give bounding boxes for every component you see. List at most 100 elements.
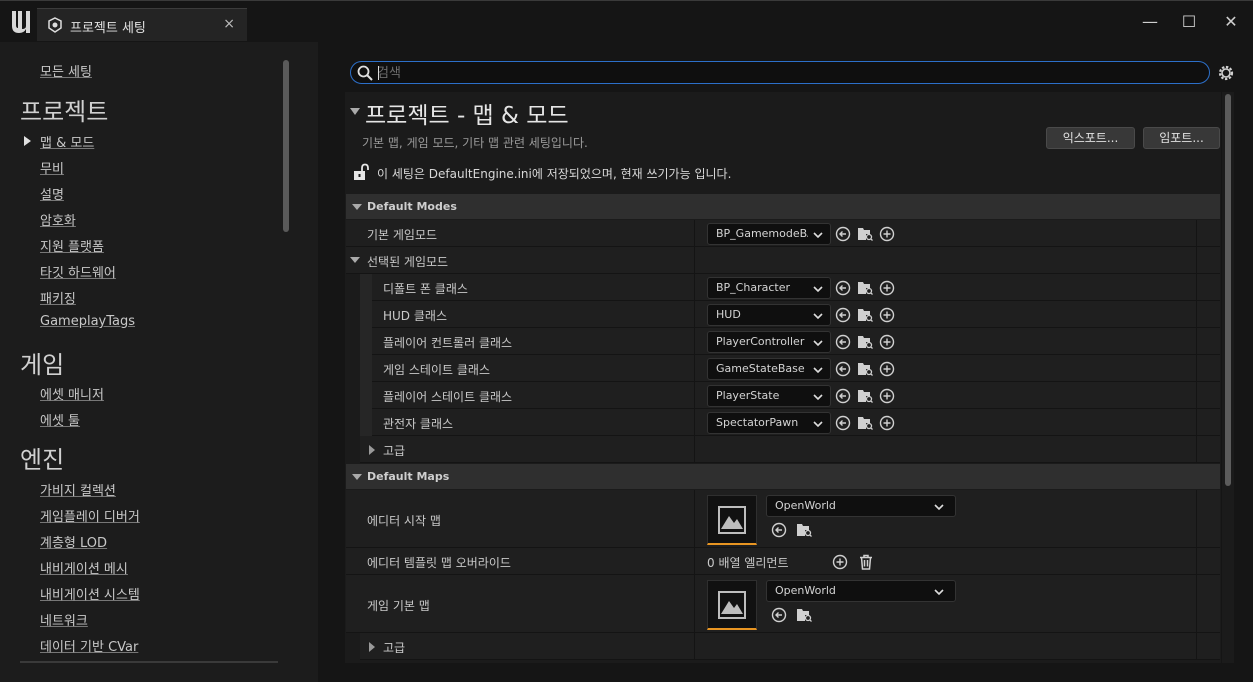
spectator-class-dropdown[interactable]: SpectatorPawn [707,412,831,434]
add-new-icon[interactable] [879,280,895,296]
sidebar-item-gameplay-debugger[interactable]: 게임플레이 디버거 [40,506,140,525]
trash-icon[interactable] [858,554,874,570]
dropdown-value: SpectatorPawn [716,416,799,429]
sidebar-item-encryption[interactable]: 암호화 [40,210,76,229]
use-selected-arrow-icon[interactable] [835,226,851,242]
search-box[interactable] [350,61,1210,84]
browse-folder-icon[interactable] [796,522,812,538]
import-button[interactable]: 임포트... [1143,127,1220,149]
player-controller-dropdown[interactable]: PlayerController [707,331,831,353]
use-selected-arrow-icon[interactable] [771,522,787,538]
chevron-down-icon [813,394,823,401]
sidebar-item-maps-modes[interactable]: 맵 & 모드 [40,132,94,151]
browse-folder-icon[interactable] [857,361,873,377]
text-caret [378,66,379,80]
sidebar-item-supported-platforms[interactable]: 지원 플랫폼 [40,236,104,255]
dropdown-value: OpenWorld [775,499,836,512]
add-element-icon[interactable] [832,554,848,570]
gear-icon[interactable] [1216,63,1236,83]
sidebar-item-hlod[interactable]: 계층형 LOD [40,532,107,551]
landscape-icon [718,506,746,534]
property-label: 게임 스테이트 클래스 [383,363,490,377]
selected-arrow-icon [24,136,31,146]
use-selected-arrow-icon[interactable] [835,334,851,350]
browse-folder-icon[interactable] [857,415,873,431]
game-default-map-dropdown[interactable]: OpenWorld [766,580,956,602]
sidebar-item-packaging[interactable]: 패키징 [40,288,76,307]
add-new-icon[interactable] [879,226,895,242]
row-selected-gamemode[interactable]: 선택된 게임모드 [346,247,1220,274]
sidebar-item-gameplaytags[interactable]: GameplayTags [40,314,135,329]
export-button[interactable]: 익스포트... [1046,127,1135,149]
collapse-arrow-icon[interactable] [350,108,360,115]
hud-class-dropdown[interactable]: HUD [707,304,831,326]
use-selected-arrow-icon[interactable] [835,361,851,377]
tab-project-settings[interactable]: 프로젝트 세팅 × [37,8,247,41]
sidebar-item-movies[interactable]: 무비 [40,158,64,177]
expand-arrow-icon [350,257,360,263]
add-new-icon[interactable] [879,334,895,350]
category-project[interactable]: 프로젝트 [20,92,108,127]
sidebar-item-nav-system[interactable]: 내비게이션 시스템 [40,584,140,603]
use-selected-arrow-icon[interactable] [771,607,787,623]
browse-folder-icon[interactable] [857,280,873,296]
property-label: 선택된 게임모드 [367,255,449,269]
add-new-icon[interactable] [879,415,895,431]
chevron-down-icon [934,589,944,596]
player-state-dropdown[interactable]: PlayerState [707,385,831,407]
maximize-button[interactable]: ☐ [1174,9,1204,35]
category-game[interactable]: 게임 [20,345,64,380]
add-new-icon[interactable] [879,361,895,377]
map-thumbnail[interactable] [707,495,757,545]
property-label: HUD 클래스 [383,309,447,323]
browse-folder-icon[interactable] [857,388,873,404]
game-state-dropdown[interactable]: GameStateBase [707,358,831,380]
gamemode-dropdown[interactable]: BP_GamemodeBA [707,223,831,245]
chevron-down-icon [934,504,944,511]
property-label: 플레이어 스테이트 클래스 [383,390,513,404]
use-selected-arrow-icon[interactable] [835,415,851,431]
use-selected-arrow-icon[interactable] [835,280,851,296]
sidebar-item-data-driven-cvar[interactable]: 데이터 기반 CVar [40,636,138,655]
chevron-down-icon [813,340,823,347]
landscape-icon [718,591,746,619]
row-advanced-modes[interactable]: 고급 [360,436,1220,463]
sidebar-item-target-hardware[interactable]: 타깃 하드웨어 [40,262,116,281]
section-default-modes[interactable]: Default Modes [346,194,1220,219]
sidebar-item-garbage-collection[interactable]: 가비지 컬렉션 [40,480,116,499]
all-settings-link[interactable]: 모든 세팅 [40,61,92,80]
browse-folder-icon[interactable] [857,226,873,242]
row-advanced-maps[interactable]: 고급 [360,633,1220,660]
dropdown-value: OpenWorld [775,584,836,597]
pawn-class-dropdown[interactable]: BP_Character [707,277,831,299]
category-engine[interactable]: 엔진 [20,440,64,475]
expand-arrow-icon [352,204,362,210]
sidebar-scrollbar[interactable] [283,60,289,232]
section-default-maps[interactable]: Default Maps [346,464,1220,489]
browse-folder-icon[interactable] [857,307,873,323]
settings-cube-icon [48,17,62,33]
sidebar-item-description[interactable]: 설명 [40,184,64,203]
sidebar-item-network[interactable]: 네트워크 [40,610,88,629]
sidebar-item-asset-manager[interactable]: 에셋 매니저 [40,384,104,403]
editor-startup-map-dropdown[interactable]: OpenWorld [766,495,956,517]
use-selected-arrow-icon[interactable] [835,388,851,404]
browse-folder-icon[interactable] [857,334,873,350]
tab-title: 프로젝트 세팅 [70,21,146,36]
map-thumbnail[interactable] [707,580,757,630]
property-label: 에디터 템플릿 맵 오버라이드 [367,556,511,570]
use-selected-arrow-icon[interactable] [835,307,851,323]
title-bar: 프로젝트 세팅 × — ☐ ✕ [0,0,1253,42]
search-icon [357,65,373,81]
sidebar-item-navmesh[interactable]: 내비게이션 메시 [40,558,128,577]
search-input[interactable] [377,64,1197,82]
minimize-button[interactable]: — [1135,9,1165,35]
close-window-button[interactable]: ✕ [1216,9,1246,35]
advanced-label: 고급 [383,641,406,655]
add-new-icon[interactable] [879,388,895,404]
browse-folder-icon[interactable] [796,607,812,623]
content-scrollbar[interactable] [1225,94,1231,486]
sidebar-item-asset-tools[interactable]: 에셋 툴 [40,410,80,429]
close-tab-icon[interactable]: × [223,16,235,32]
add-new-icon[interactable] [879,307,895,323]
